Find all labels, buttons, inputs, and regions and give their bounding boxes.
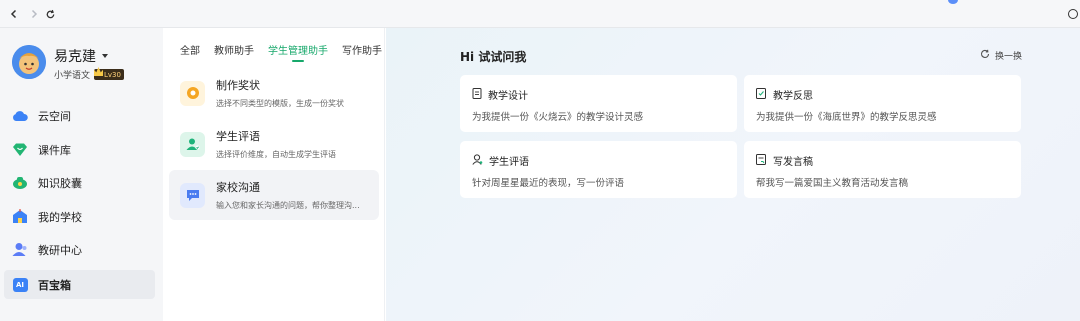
sidebar-item-label: 课件库 [38,143,71,157]
award-icon [180,80,205,106]
document-icon [472,87,482,102]
sidebar: 易克建 小学语文 Lv30 云空间 课件库 知识胶囊 我的学校 教研中心 AI … [0,28,163,321]
page-title: Hi 试试问我 [460,50,527,64]
tool-description: 选择不同类型的模版，生成一份奖状 [216,99,344,108]
sidebar-item-school[interactable]: 我的学校 [4,202,155,231]
tool-list-panel: 全部 教师助手 学生管理助手 写作助手 制作奖状 选择不同类型的模版，生成一份奖… [163,28,385,321]
card-description: 帮我写一篇爱国主义教育活动发言稿 [756,178,909,189]
cloud-icon [12,108,28,124]
reflection-icon [756,87,767,102]
browser-toolbar [0,0,1080,28]
main-content: Hi 试试问我 换一换 教学设计 为我提供一份《火烧云》的教学设计灵感 教学反思… [386,28,1080,321]
tool-item-student-comment[interactable]: 学生评语 选择评价维度，自动生成学生评语 [169,119,379,169]
refresh-label: 换一换 [995,52,1023,62]
ai-badge: AI [12,277,28,292]
forward-icon[interactable] [26,6,42,22]
sidebar-item-label: 知识胶囊 [38,176,82,190]
user-subtitle: 小学语文 Lv30 [54,67,124,81]
tool-description: 输入您和家长沟通的问题，帮你整理沟... [216,201,360,210]
back-icon[interactable] [6,6,22,22]
sidebar-item-capsule[interactable]: 知识胶囊 [4,168,155,197]
tool-title: 制作奖状 [216,79,260,92]
sidebar-item-label: 教研中心 [38,243,82,257]
ai-box-icon: AI [12,277,28,293]
card-description: 为我提供一份《海底世界》的教学反思灵感 [756,112,937,123]
user-name-text: 易克建 [54,49,96,65]
sidebar-item-toolbox[interactable]: AI 百宝箱 [4,270,155,299]
tool-title: 学生评语 [216,130,260,143]
level-badge: Lv30 [94,67,124,80]
tab-writing-assistant[interactable]: 写作助手 [342,42,382,57]
tool-item-home-school[interactable]: 家校沟通 输入您和家长沟通的问题，帮你整理沟... [169,170,379,220]
heart-diamond-icon [12,142,28,158]
user-subject: 小学语文 [54,71,91,81]
school-icon [12,209,28,225]
prompt-card-teaching-reflection[interactable]: 教学反思 为我提供一份《海底世界》的教学反思灵感 [744,75,1021,132]
refresh-button[interactable]: 换一换 [980,49,1022,62]
tab-student-management[interactable]: 学生管理助手 [268,42,328,57]
card-title: 教学设计 [488,91,528,102]
sidebar-item-label: 我的学校 [38,210,82,224]
sidebar-item-label: 百宝箱 [38,278,71,292]
prompt-card-teaching-design[interactable]: 教学设计 为我提供一份《火烧云》的教学设计灵感 [460,75,737,132]
tool-title: 家校沟通 [216,181,260,194]
tool-description: 选择评价维度，自动生成学生评语 [216,150,336,159]
tool-item-award[interactable]: 制作奖状 选择不同类型的模版，生成一份奖状 [169,68,379,118]
card-title: 学生评语 [489,157,529,168]
sidebar-item-cloud[interactable]: 云空间 [4,101,155,130]
settings-icon[interactable] [1068,9,1078,19]
refresh-icon [980,49,990,62]
people-icon [12,242,28,258]
speech-icon [756,153,767,168]
prompt-card-speech[interactable]: 写发言稿 帮我写一篇爱国主义教育活动发言稿 [744,141,1021,198]
reload-icon[interactable] [42,6,58,22]
chat-icon [180,182,205,208]
student-comment-icon [180,131,205,157]
tab-all[interactable]: 全部 [180,42,200,57]
level-text: Lv30 [104,70,121,79]
user-name[interactable]: 易克建 [54,46,108,66]
category-tabs: 全部 教师助手 学生管理助手 写作助手 [180,42,382,57]
tab-teacher-assistant[interactable]: 教师助手 [214,42,254,57]
prompt-card-student-comment[interactable]: 学生评语 针对周星星最近的表现，写一份评语 [460,141,737,198]
profile-dot-icon[interactable] [948,0,958,4]
card-description: 针对周星星最近的表现，写一份评语 [472,178,625,189]
chevron-down-icon [102,54,108,58]
sidebar-item-label: 云空间 [38,109,71,123]
sidebar-item-courseware[interactable]: 课件库 [4,135,155,164]
capsule-icon [12,175,28,191]
person-icon [472,153,483,168]
card-description: 为我提供一份《火烧云》的教学设计灵感 [472,112,644,123]
avatar[interactable] [12,45,46,79]
crown-icon [94,67,104,76]
sidebar-item-research[interactable]: 教研中心 [4,235,155,264]
card-title: 写发言稿 [773,157,813,168]
card-title: 教学反思 [773,91,813,102]
